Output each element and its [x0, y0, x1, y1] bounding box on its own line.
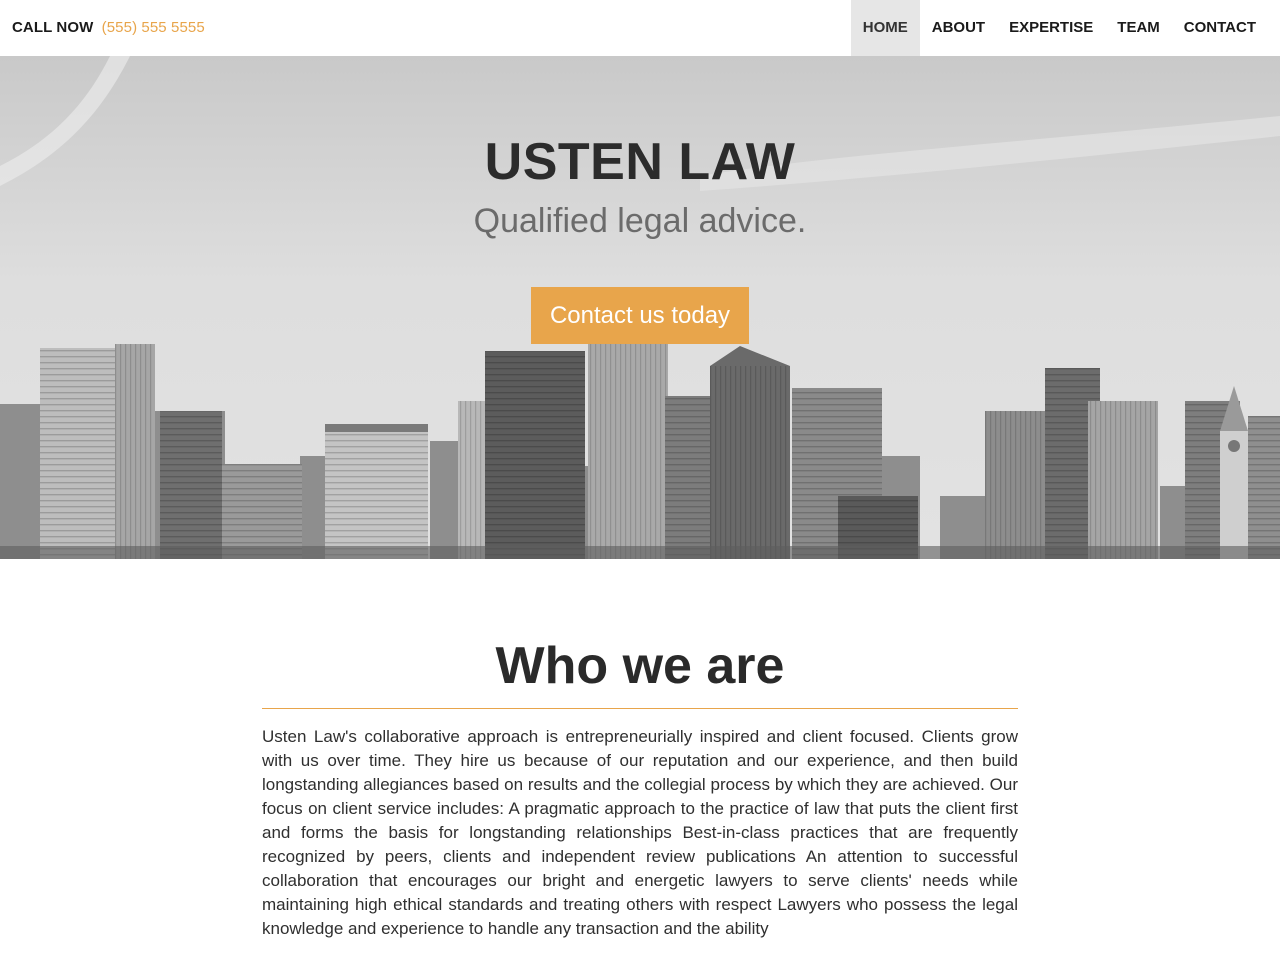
nav-item-home[interactable]: HOME [850, 0, 920, 56]
hero-banner: USTEN LAW Qualified legal advice. Contac… [0, 56, 1280, 559]
top-navigation-bar: CALL NOW (555) 555 5555 HOME ABOUT EXPER… [0, 0, 1280, 56]
hero-title: USTEN LAW [484, 133, 796, 191]
nav-item-team[interactable]: TEAM [1105, 0, 1172, 56]
heading-divider [262, 708, 1018, 709]
hero-subtitle: Qualified legal advice. [473, 202, 807, 240]
call-now-text: CALL NOW (555) 555 5555 [12, 0, 205, 56]
call-now-label: CALL NOW [12, 19, 94, 36]
section-heading: Who we are [495, 637, 785, 695]
about-paragraph: Usten Law's collaborative approach is en… [262, 727, 1018, 938]
nav-item-contact[interactable]: CONTACT [1172, 0, 1268, 56]
who-we-are-section: Who we are Usten Law's collaborative app… [262, 559, 1018, 958]
contact-us-button[interactable]: Contact us today [531, 287, 749, 344]
nav-item-expertise[interactable]: EXPERTISE [997, 0, 1105, 56]
phone-number-link[interactable]: (555) 555 5555 [102, 19, 205, 36]
nav-item-about[interactable]: ABOUT [920, 0, 997, 56]
main-nav: HOME ABOUT EXPERTISE TEAM CONTACT [850, 0, 1268, 56]
